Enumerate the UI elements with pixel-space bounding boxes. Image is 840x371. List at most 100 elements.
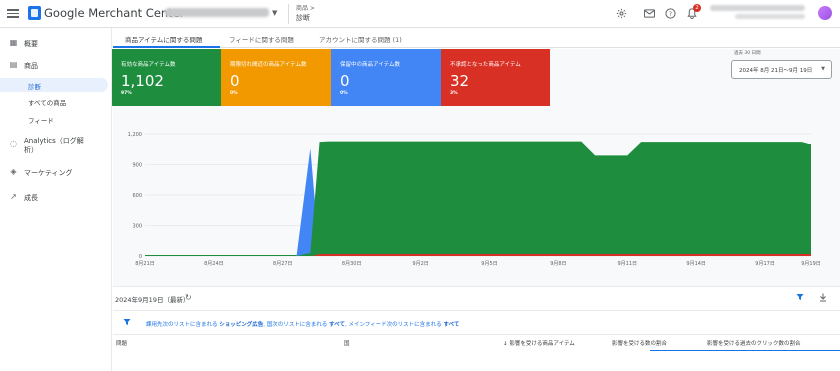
mail-icon[interactable] bbox=[643, 7, 655, 19]
active-tab-indicator bbox=[113, 46, 220, 48]
x-tick-label: 9月2日 bbox=[412, 261, 428, 267]
divider bbox=[288, 4, 289, 24]
avatar[interactable] bbox=[818, 6, 832, 20]
chevron-down-icon: ▼ bbox=[821, 66, 825, 72]
tab-bar: 商品アイテムに関する問題 フィードに関する問題 アカウントに関する問題 (1) bbox=[113, 28, 840, 48]
sidebar-item-label: 成長 bbox=[24, 194, 38, 202]
notification-badge: 2 bbox=[693, 4, 701, 12]
tab-account-issues[interactable]: アカウントに関する問題 (1) bbox=[319, 34, 402, 44]
sidebar-item-label: 商品 bbox=[24, 62, 38, 70]
refresh-icon[interactable]: ↻ bbox=[185, 293, 192, 302]
card-title: 保留中の商品アイテム数 bbox=[340, 62, 400, 68]
sidebar-item-overview[interactable]: ▦ 概要 bbox=[0, 38, 108, 48]
x-tick-label: 8月27日 bbox=[273, 261, 293, 267]
sidebar-item-diagnostics[interactable]: 診断 bbox=[0, 78, 108, 92]
x-tick-label: 9月5日 bbox=[481, 261, 497, 267]
x-tick-label: 9月17日 bbox=[755, 261, 775, 267]
y-tick-label: 0 bbox=[139, 254, 142, 260]
filter-text: メインフィード次のリストに含まれる bbox=[348, 322, 442, 328]
sidebar-item-analytics[interactable]: ◌ Analytics（ログ解析） bbox=[0, 136, 108, 154]
x-tick-label: 8月24日 bbox=[204, 261, 224, 267]
x-tick-label: 8月30日 bbox=[342, 261, 362, 267]
sidebar-item-label: マーケティング bbox=[24, 169, 73, 177]
filter-text: 課用先次のリストに含まれる bbox=[146, 322, 218, 328]
card-title: 期限切れ間近の商品アイテム数 bbox=[230, 62, 307, 68]
account-info bbox=[710, 5, 805, 11]
breadcrumb-parent[interactable]: 商品 > bbox=[296, 3, 315, 12]
settings-icon[interactable] bbox=[615, 7, 627, 19]
card-pending-items[interactable]: 保留中の商品アイテム数 0 0% bbox=[331, 49, 441, 106]
item-status-chart: 0 300 600 900 1,200 8月21日 8月24日 8月27日 8月30日 9月2日 9… bbox=[128, 132, 821, 267]
product-icon: ▤ bbox=[9, 60, 18, 69]
column-header-country[interactable]: 国 bbox=[344, 339, 350, 347]
top-app-bar: Google Merchant Center ▼ 商品 > 診断 ? 2 bbox=[0, 0, 840, 28]
card-expiring-items[interactable]: 期限切れ間近の商品アイテム数 0 0% bbox=[221, 49, 331, 106]
sidebar-item-feeds[interactable]: フィード bbox=[0, 115, 108, 125]
report-toolbar: 2024年9月19日（最新） ↻ bbox=[113, 286, 840, 310]
date-range-value: 2024年 8月 21日〜9月 19日 bbox=[739, 68, 813, 74]
column-header-affected-clicks[interactable]: 影響を受ける過去のクリック数の割合 bbox=[707, 339, 801, 347]
dashboard-icon: ▦ bbox=[9, 38, 18, 47]
brand-name: Google Merchant Center bbox=[44, 6, 185, 20]
filter-value: ショッピング広告 bbox=[219, 322, 264, 328]
sidebar-item-marketing[interactable]: ◈ マーケティング bbox=[0, 167, 108, 177]
column-header-affected-items[interactable]: ↓ 影響を受ける商品アイテム bbox=[503, 339, 575, 347]
growth-icon: ↗ bbox=[10, 192, 17, 201]
sidebar-item-label: フィード bbox=[28, 117, 54, 125]
y-tick-label: 900 bbox=[132, 163, 142, 169]
filter-value: すべて bbox=[443, 322, 460, 328]
marketing-icon: ◈ bbox=[10, 167, 17, 176]
y-tick-label: 600 bbox=[132, 193, 142, 199]
x-tick-label: 9月11日 bbox=[618, 261, 638, 267]
x-tick-label: 8月21日 bbox=[135, 261, 155, 267]
y-tick-label: 1,200 bbox=[128, 132, 142, 138]
sidebar-item-growth[interactable]: ↗ 成長 bbox=[0, 192, 108, 202]
download-icon[interactable] bbox=[819, 293, 827, 304]
card-title: 不承認となった商品アイテム bbox=[450, 62, 521, 68]
date-range-select[interactable]: 2024年 8月 21日〜9月 19日 ▼ bbox=[731, 60, 832, 79]
tab-feed-issues[interactable]: フィードに関する問題 bbox=[229, 34, 294, 44]
page-title: 診断 bbox=[296, 14, 310, 22]
y-tick-label: 300 bbox=[132, 224, 142, 230]
series-area-2 bbox=[145, 141, 811, 256]
card-value: 1,102 bbox=[121, 72, 164, 90]
account-switcher[interactable] bbox=[165, 8, 269, 17]
card-disapproved-items[interactable]: 不承認となった商品アイテム 32 3% bbox=[441, 49, 550, 106]
filter-icon[interactable] bbox=[123, 318, 131, 328]
filter-bar[interactable]: 課用先次のリストに含まれる ショッピング広告, 国次のリストに含まれる すべて,… bbox=[113, 310, 840, 335]
x-tick-label: 9月19日 bbox=[801, 261, 821, 267]
x-tick-label: 9月14日 bbox=[686, 261, 706, 267]
card-value: 32 bbox=[450, 72, 470, 90]
analytics-icon: ◌ bbox=[10, 139, 17, 148]
caret-down-icon[interactable]: ▼ bbox=[272, 9, 277, 17]
column-header-affected-ratio[interactable]: 影響を受ける数の割合 bbox=[612, 339, 667, 347]
filter-icon[interactable] bbox=[796, 293, 804, 303]
active-filters[interactable]: 課用先次のリストに含まれる ショッピング広告, 国次のリストに含まれる すべて,… bbox=[146, 320, 459, 328]
date-range-label: 過去 30 日間 bbox=[734, 51, 761, 56]
menu-icon[interactable] bbox=[7, 7, 19, 19]
tab-item-issues[interactable]: 商品アイテムに関する問題 bbox=[125, 34, 202, 44]
sort-indicator bbox=[650, 350, 840, 351]
svg-text:?: ? bbox=[668, 10, 671, 17]
sidebar-item-label: 診断 bbox=[28, 83, 41, 91]
x-tick-label: 9月8日 bbox=[550, 261, 566, 267]
card-percent: 0% bbox=[340, 91, 348, 96]
card-percent: 3% bbox=[450, 91, 458, 96]
card-active-items[interactable]: 有効な商品アイテム数 1,102 97% bbox=[112, 49, 221, 106]
sidebar-item-all-products[interactable]: すべての商品 bbox=[0, 97, 108, 107]
report-date: 2024年9月19日（最新） bbox=[115, 296, 190, 304]
sidebar-item-label: Analytics（ログ解析） bbox=[24, 137, 84, 154]
column-header-issue[interactable]: 問題 bbox=[116, 339, 127, 347]
merchant-center-logo-icon bbox=[28, 6, 41, 20]
help-icon[interactable]: ? bbox=[664, 7, 676, 19]
filter-text: 国次のリストに含まれる bbox=[266, 322, 328, 328]
sidebar-item-label: 概要 bbox=[24, 40, 38, 48]
filter-value: すべて bbox=[329, 322, 345, 328]
sidebar-item-products[interactable]: ▤ 商品 bbox=[0, 60, 108, 70]
card-value: 0 bbox=[340, 72, 350, 90]
account-info-secondary bbox=[735, 14, 805, 19]
card-percent: 0% bbox=[230, 91, 238, 96]
card-percent: 97% bbox=[121, 91, 132, 96]
card-title: 有効な商品アイテム数 bbox=[121, 62, 176, 68]
card-value: 0 bbox=[230, 72, 240, 90]
